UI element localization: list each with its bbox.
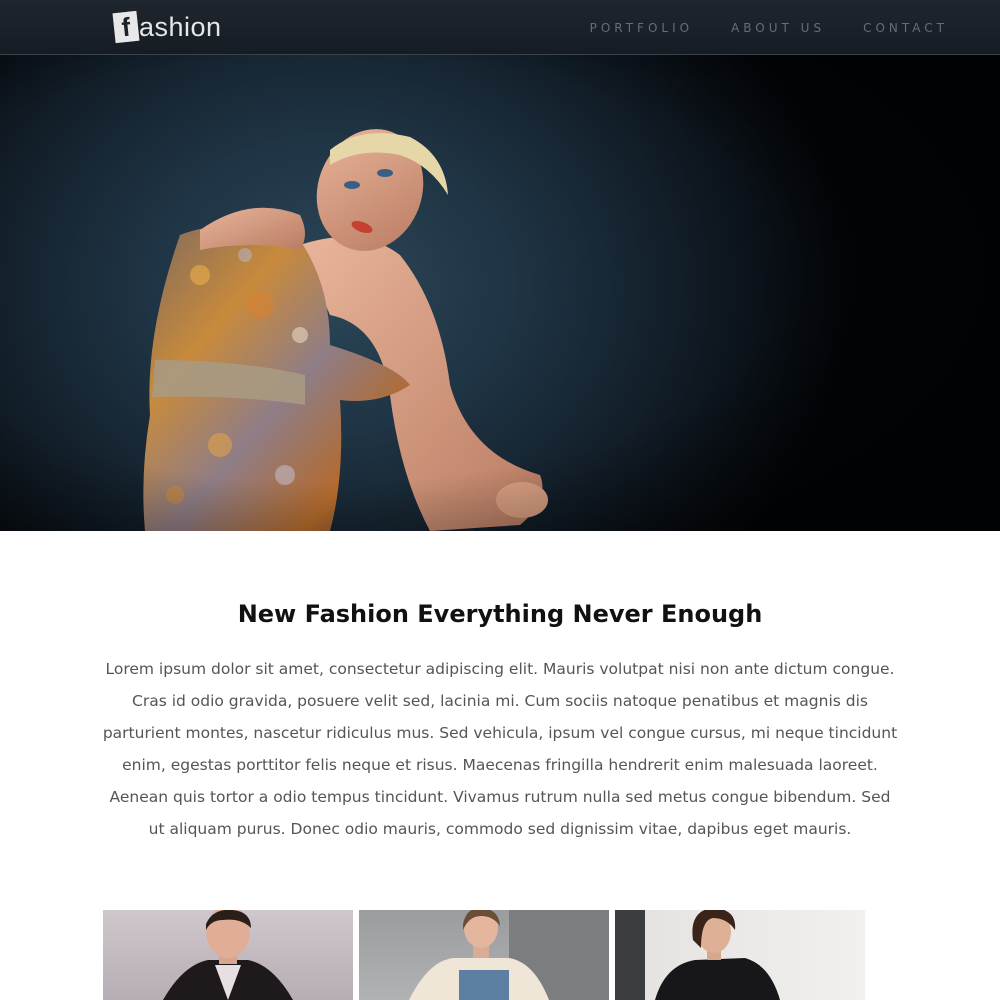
gallery-item-1[interactable] [103, 910, 353, 1000]
main-nav: PORTFOLIO ABOUT US CONTACT [552, 0, 948, 55]
logo-badge: f [112, 10, 140, 44]
nav-link-about-us[interactable]: ABOUT US [731, 21, 825, 35]
site-logo[interactable]: f ashion [112, 10, 222, 44]
hero-model-illustration [0, 55, 1000, 531]
female-model-leather-photo [615, 910, 780, 1000]
nav-link-contact[interactable]: CONTACT [863, 21, 948, 35]
gallery-item-2[interactable] [359, 910, 609, 1000]
site-header: f ashion PORTFOLIO ABOUT US CONTACT [0, 0, 1000, 55]
intro-heading: New Fashion Everything Never Enough [237, 600, 763, 628]
male-model-photo [163, 910, 293, 1000]
gallery-item-3[interactable] [615, 910, 865, 1000]
female-model-photo [409, 910, 609, 1000]
intro-paragraph: Lorem ipsum dolor sit amet, consectetur … [102, 660, 898, 838]
nav-link-portfolio[interactable]: PORTFOLIO [590, 21, 694, 35]
hero-image [0, 55, 1000, 531]
logo-text: ashion [139, 12, 222, 42]
